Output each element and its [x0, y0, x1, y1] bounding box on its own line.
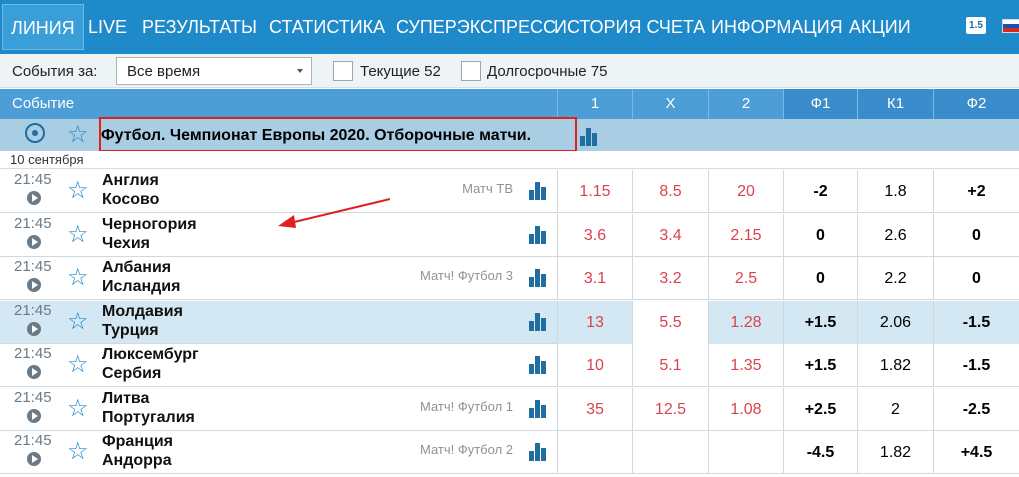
- annotation-arrow: [278, 198, 391, 228]
